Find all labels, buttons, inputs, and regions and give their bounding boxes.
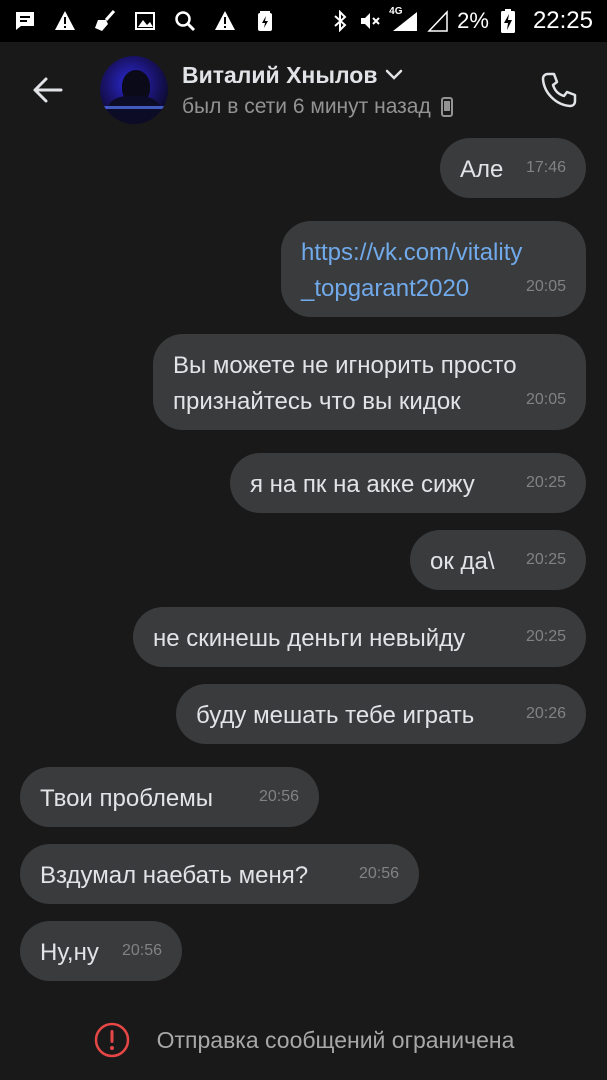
restriction-label: Отправка сообщений ограничена xyxy=(156,1026,515,1053)
message-bubble-outgoing[interactable]: https://vk.com/vitality _topgarant2020 2… xyxy=(281,221,586,317)
message-icon xyxy=(14,10,36,32)
message-time: 20:05 xyxy=(525,278,566,295)
clock: 22:25 xyxy=(532,7,593,34)
message-bubble-outgoing[interactable]: я на пк на акке сижу 20:25 xyxy=(230,453,586,513)
message-text: Твои проблемы xyxy=(40,785,213,812)
signal-empty-icon xyxy=(427,10,449,32)
contact-name: Виталий Хнылов xyxy=(182,61,378,88)
message-bubble-outgoing[interactable]: ок да\ 20:25 xyxy=(410,530,586,590)
message-time: 20:25 xyxy=(525,551,566,568)
error-icon xyxy=(94,1022,129,1058)
message-time: 20:56 xyxy=(258,788,299,805)
message-text-line: Вы можете не игнорить просто xyxy=(173,352,517,379)
message-list[interactable]: Але 17:46 https://vk.com/vitality _topga… xyxy=(0,138,607,1000)
message-text: Вздумал наебать меня? xyxy=(40,862,309,889)
warning-icon xyxy=(54,10,76,32)
image-icon xyxy=(134,10,156,32)
battery-charging-icon xyxy=(497,9,519,33)
call-button[interactable] xyxy=(519,42,599,138)
message-bubble-incoming[interactable]: Ну,ну 20:56 xyxy=(20,921,182,981)
message-time: 20:25 xyxy=(525,628,566,645)
arrow-left-icon xyxy=(33,77,63,103)
message-text: буду мешать тебе играть xyxy=(196,702,475,729)
message-text: я на пк на акке сижу xyxy=(250,471,475,498)
status-bar: 4G 2% 22:25 xyxy=(0,0,607,42)
battery-percent: 2% xyxy=(457,8,489,33)
message-time: 17:46 xyxy=(525,159,566,176)
message-text: ок да\ xyxy=(430,548,495,575)
chat-header: Виталий Хнылов был в сети 6 минут назад xyxy=(0,42,607,138)
back-button[interactable] xyxy=(0,42,96,138)
battery-icon xyxy=(254,10,276,32)
message-bubble-outgoing[interactable]: буду мешать тебе играть 20:26 xyxy=(176,684,586,744)
messaging-restricted-bar: Отправка сообщений ограничена xyxy=(0,1000,607,1080)
broom-icon xyxy=(94,10,116,32)
bluetooth-icon xyxy=(329,10,351,32)
message-text: Ну,ну xyxy=(40,939,99,966)
chevron-down-icon xyxy=(386,69,403,80)
message-text: не скинешь деньги невыйду xyxy=(153,625,466,652)
message-bubble-incoming[interactable]: Вздумал наебать меня? 20:56 xyxy=(20,844,419,904)
phone-device-icon xyxy=(440,96,453,117)
message-text-line: https://vk.com/vitality xyxy=(301,239,523,266)
phone-icon xyxy=(541,72,577,108)
chat-title-block[interactable]: Виталий Хнылов был в сети 6 минут назад xyxy=(182,62,519,119)
network-type: 4G xyxy=(389,6,403,17)
signal-icon: 4G xyxy=(389,6,419,32)
message-bubble-incoming[interactable]: Твои проблемы 20:56 xyxy=(20,767,319,827)
message-text-line: признайтесь что вы кидок xyxy=(173,388,461,415)
mute-icon xyxy=(359,10,381,32)
message-time: 20:05 xyxy=(525,391,566,408)
warning-icon xyxy=(214,10,236,32)
message-text: Але xyxy=(460,156,504,183)
online-status: был в сети 6 минут назад xyxy=(182,94,431,118)
message-time: 20:26 xyxy=(525,705,566,722)
message-time: 20:25 xyxy=(525,474,566,491)
avatar[interactable] xyxy=(100,56,168,124)
message-bubble-outgoing[interactable]: Але 17:46 xyxy=(440,138,586,198)
message-time: 20:56 xyxy=(121,942,162,959)
search-icon xyxy=(174,10,196,32)
message-time: 20:56 xyxy=(358,865,399,882)
message-bubble-outgoing[interactable]: не скинешь деньги невыйду 20:25 xyxy=(133,607,586,667)
message-bubble-outgoing[interactable]: Вы можете не игнорить просто признайтесь… xyxy=(153,334,586,430)
